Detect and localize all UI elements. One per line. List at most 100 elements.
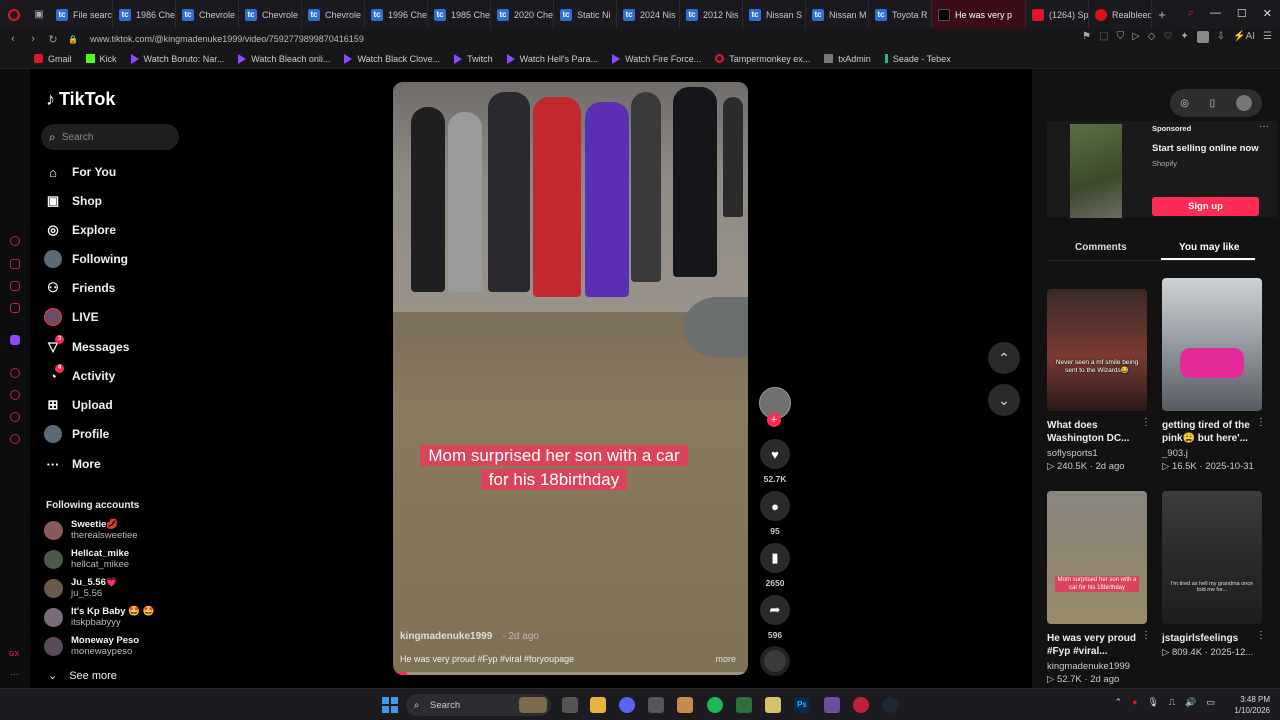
app-icon[interactable] bbox=[765, 697, 781, 713]
browser-tab[interactable]: tc Nissan S bbox=[743, 0, 806, 29]
nav-item-more[interactable]: ··· More bbox=[44, 453, 101, 475]
opera-logo-icon[interactable] bbox=[0, 0, 28, 29]
suggested-video-card[interactable]: Never seen a mf smile being sent to the … bbox=[1047, 289, 1151, 472]
vpn-icon[interactable]: ⛉ bbox=[1116, 31, 1124, 43]
photoshop-icon[interactable]: Ps bbox=[794, 697, 810, 713]
new-tab-button[interactable]: + bbox=[1152, 7, 1172, 22]
device-icon[interactable]: ▯ bbox=[1210, 98, 1216, 109]
browser-tab[interactable]: tc File searc bbox=[50, 0, 113, 29]
like-button[interactable]: ♥ bbox=[760, 439, 790, 469]
gx-icon[interactable]: GX bbox=[9, 651, 19, 658]
nav-item-upload[interactable]: ⊞ Upload bbox=[44, 394, 113, 416]
following-account[interactable]: Sweetie💋 therealsweetiee bbox=[44, 517, 138, 543]
bookmark-item[interactable]: Twitch bbox=[454, 53, 493, 64]
app-icon[interactable] bbox=[736, 697, 752, 713]
follow-plus-button[interactable]: + bbox=[767, 413, 781, 427]
bookmark-item[interactable]: Watch Hell's Para... bbox=[506, 53, 598, 64]
browser-tab[interactable]: tc Chevrole bbox=[302, 0, 365, 29]
browser-tab[interactable]: He was very p bbox=[932, 0, 1026, 29]
card-title[interactable]: jstagirlsfeelings bbox=[1162, 632, 1262, 645]
browser-tab[interactable]: Realbleed bbox=[1089, 0, 1152, 29]
browser-tab[interactable]: (1264) Sp bbox=[1026, 0, 1089, 29]
easy-setup-icon[interactable]: ☰ bbox=[1263, 31, 1272, 43]
task-view-icon[interactable] bbox=[562, 697, 578, 713]
sidebar-app-icon[interactable] bbox=[10, 259, 20, 269]
card-options-icon[interactable]: ⋮ bbox=[1141, 417, 1151, 428]
start-button[interactable] bbox=[382, 697, 398, 713]
back-button[interactable]: ‹ bbox=[6, 33, 20, 45]
maximize-button[interactable]: ☐ bbox=[1237, 7, 1247, 20]
browser-tab[interactable]: tc 1986 Che bbox=[113, 0, 176, 29]
tray-overflow-icon[interactable]: ⌃ bbox=[1115, 697, 1123, 708]
reload-button[interactable]: ↻ bbox=[46, 33, 60, 46]
tab-you-may-like[interactable]: You may like bbox=[1179, 242, 1239, 253]
video-thumbnail[interactable]: Never seen a mf smile being sent to the … bbox=[1047, 289, 1147, 411]
save-button[interactable]: ▮ bbox=[760, 543, 790, 573]
video-more-link[interactable]: more bbox=[715, 654, 736, 664]
bookmark-item[interactable]: Watch Black Clove... bbox=[344, 53, 440, 64]
video-thumbnail[interactable]: Mom surprised her son with a car for his… bbox=[1047, 491, 1147, 624]
nav-item-for-you[interactable]: ⌂ For You bbox=[44, 161, 116, 183]
sidebar-app-icon[interactable] bbox=[10, 303, 20, 313]
suggested-video-card[interactable]: ⋮ getting tired of the pink😩 but here'..… bbox=[1162, 278, 1266, 472]
browser-tab[interactable]: tc 2024 Nis bbox=[617, 0, 680, 29]
opera-gx-icon[interactable] bbox=[853, 697, 869, 713]
bookmark-icon[interactable]: ⚑ bbox=[1082, 31, 1091, 43]
card-options-icon[interactable]: ⋮ bbox=[1141, 630, 1151, 641]
card-author[interactable]: soflysports1 bbox=[1047, 448, 1147, 459]
tab-menu-icon[interactable]: ▣ bbox=[28, 9, 50, 20]
following-account[interactable]: Moneway Peso monewaypeso bbox=[44, 633, 139, 659]
bookmark-item[interactable]: Seade - Tebex bbox=[884, 54, 951, 64]
minimize-button[interactable]: — bbox=[1210, 7, 1221, 20]
app-icon[interactable] bbox=[677, 697, 693, 713]
bookmark-item[interactable]: Kick bbox=[85, 54, 117, 64]
following-account[interactable]: Ju_5.56💗 ju_5.56 bbox=[44, 575, 118, 601]
card-title[interactable]: What does Washington DC... bbox=[1047, 419, 1147, 445]
following-account[interactable]: It's Kp Baby 🤩 🤩 itskpbabyyy bbox=[44, 604, 154, 630]
heart-icon[interactable]: ♡ bbox=[1163, 31, 1172, 43]
card-options-icon[interactable]: ⋮ bbox=[1256, 417, 1266, 428]
steam-icon[interactable] bbox=[882, 697, 898, 713]
nav-item-explore[interactable]: ◎ Explore bbox=[44, 219, 116, 241]
discord-icon[interactable] bbox=[619, 697, 635, 713]
sidebar-app-icon[interactable] bbox=[10, 281, 20, 291]
nav-item-shop[interactable]: ▣ Shop bbox=[44, 190, 102, 212]
tiktok-logo[interactable]: ♪ TikTok bbox=[46, 89, 115, 110]
url-field[interactable]: www.tiktok.com/@kingmadenuke1999/video/7… bbox=[90, 34, 364, 44]
next-video-button[interactable]: ⌄ bbox=[988, 384, 1020, 416]
taskbar-search[interactable]: ⌕ Search bbox=[406, 694, 551, 716]
sidebar-app-icon[interactable] bbox=[10, 412, 20, 422]
twitch-icon[interactable] bbox=[10, 335, 20, 345]
profile-avatar[interactable] bbox=[1196, 31, 1209, 43]
video-progress-bar[interactable] bbox=[393, 672, 748, 675]
browser-tab[interactable]: tc 1996 Che bbox=[365, 0, 428, 29]
browser-tab[interactable]: tc 1985 Che bbox=[428, 0, 491, 29]
nav-item-messages[interactable]: ▽ 3 Messages bbox=[44, 335, 129, 358]
user-avatar[interactable] bbox=[1235, 95, 1252, 111]
tray-app-icon[interactable]: ● bbox=[1132, 697, 1137, 708]
video-author[interactable]: kingmadenuke1999 · 2d ago bbox=[400, 631, 539, 642]
comment-button[interactable]: ● bbox=[760, 491, 790, 521]
network-icon[interactable]: ⎍ bbox=[1169, 697, 1175, 708]
card-author[interactable]: _903.j bbox=[1162, 448, 1262, 459]
history-icon[interactable] bbox=[10, 390, 20, 400]
nav-item-following[interactable]: Following bbox=[44, 248, 128, 270]
tab-comments[interactable]: Comments bbox=[1075, 242, 1127, 253]
search-tabs-icon[interactable]: ⌕ bbox=[1188, 7, 1194, 20]
app-icon[interactable] bbox=[824, 697, 840, 713]
sponsored-ad[interactable]: Sponsored ··· Start selling online now S… bbox=[1047, 121, 1277, 218]
more-icon[interactable]: ··· bbox=[10, 669, 19, 679]
video-thumbnail[interactable] bbox=[1162, 278, 1262, 411]
extensions-icon[interactable]: ✦ bbox=[1180, 31, 1188, 43]
file-explorer-icon[interactable] bbox=[590, 697, 606, 713]
bookmark-item[interactable]: Tampermonkey ex... bbox=[715, 54, 810, 64]
ad-options-icon[interactable]: ··· bbox=[1259, 121, 1269, 132]
forward-button[interactable]: › bbox=[26, 33, 40, 45]
bookmark-item[interactable]: Watch Bleach onli... bbox=[238, 53, 330, 64]
card-title[interactable]: He was very proud #Fyp #viral... bbox=[1047, 632, 1147, 658]
ad-title[interactable]: Start selling online now bbox=[1152, 143, 1259, 154]
wallet-icon[interactable]: ◇ bbox=[1148, 31, 1156, 43]
close-window-button[interactable]: ✕ bbox=[1263, 7, 1272, 20]
ad-thumbnail[interactable] bbox=[1070, 124, 1122, 218]
browser-tab[interactable]: tc Chevrole bbox=[239, 0, 302, 29]
